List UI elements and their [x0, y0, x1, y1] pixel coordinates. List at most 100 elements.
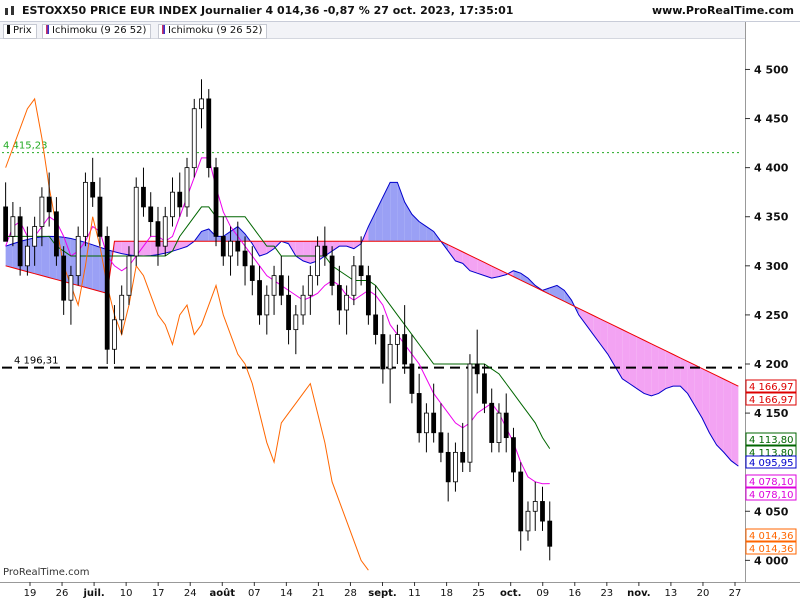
candle-body	[322, 245, 328, 257]
candle-body	[474, 363, 480, 375]
candle-body	[199, 98, 204, 110]
candle-body	[162, 216, 168, 247]
candle-body	[503, 412, 509, 439]
candle-body	[387, 343, 393, 370]
candle-body	[540, 501, 545, 522]
cloud-segment	[121, 241, 129, 255]
candle-body	[17, 216, 23, 267]
candle-body	[257, 280, 262, 316]
candle-body	[445, 451, 451, 483]
legend-swatch-icon	[7, 25, 10, 34]
candle-body	[402, 334, 408, 365]
candle-body	[315, 245, 320, 277]
cloud-segment	[5, 243, 13, 268]
cloud-segment	[731, 382, 739, 467]
candle-body	[54, 211, 59, 257]
candle-body	[482, 373, 487, 404]
candle-body	[10, 216, 16, 237]
candle-body	[39, 196, 45, 227]
candle-body	[532, 501, 538, 512]
cloud-segment	[303, 241, 311, 264]
candle-body	[68, 275, 74, 301]
cloud-segment	[636, 336, 645, 394]
candle-body	[416, 393, 422, 434]
candle-body	[191, 108, 197, 169]
candle-body	[525, 510, 531, 532]
candle-body	[496, 412, 502, 443]
legend-label: Ichimoku (9 26 52)	[52, 25, 147, 36]
candle-body	[3, 206, 9, 242]
cloud-segment	[622, 329, 630, 384]
candle-body	[97, 196, 103, 237]
cloud-segment	[716, 375, 724, 453]
candle-body	[249, 265, 255, 281]
chart-title: ESTOXX50 PRICE EUR INDEX Journalier 4 01…	[22, 4, 514, 17]
candle-body	[373, 314, 379, 335]
candle-body	[438, 432, 444, 453]
candle-body	[24, 245, 30, 267]
candle-body	[329, 255, 335, 286]
price-axis[interactable]	[745, 22, 800, 582]
candle-body	[75, 235, 81, 277]
time-axis[interactable]	[0, 582, 800, 600]
candle-body	[126, 255, 132, 296]
candle-body	[547, 520, 553, 547]
candle-body	[518, 471, 524, 532]
chart-header: ESTOXX50 PRICE EUR INDEX Journalier 4 01…	[0, 0, 800, 22]
candle-body	[83, 181, 88, 237]
price-chart: 4 415,23 4 196,31	[0, 22, 745, 582]
footer-brand: ProRealTime.com	[3, 567, 90, 578]
candle-body	[46, 196, 52, 213]
cloud-segment	[651, 343, 659, 396]
candle-body	[380, 334, 386, 370]
legend-prix[interactable]: Prix	[3, 24, 37, 39]
candle-body	[271, 275, 277, 296]
candle-body	[206, 98, 212, 169]
candle-body	[119, 294, 125, 321]
candle-body	[213, 167, 219, 237]
candle-body	[235, 240, 241, 252]
candle-body	[307, 275, 313, 296]
candle-body	[148, 206, 154, 223]
candle-body	[90, 181, 96, 198]
candle-body	[489, 402, 495, 443]
brand-link[interactable]: www.ProRealTime.com	[652, 4, 794, 17]
horizontal-level-label: 4 415,23	[3, 141, 48, 152]
cloud-segment	[665, 350, 674, 389]
candle-body	[293, 314, 299, 331]
cloud-segment	[92, 244, 100, 292]
candle-body	[336, 285, 342, 311]
candle-body	[424, 412, 429, 434]
legend-ichimoku-2[interactable]: Ichimoku (9 26 52)	[158, 24, 268, 39]
legend-ichimoku-1[interactable]: Ichimoku (9 26 52)	[42, 24, 152, 39]
candle-body	[431, 412, 437, 434]
candle-body	[300, 294, 306, 316]
candle-body	[351, 265, 357, 296]
candle-body	[467, 363, 473, 463]
cloud-segment	[85, 242, 93, 290]
cloud-segment	[673, 354, 681, 387]
cloud-segment	[41, 236, 50, 278]
candle-body	[344, 294, 350, 311]
candle-body	[278, 275, 284, 296]
candle-body	[264, 294, 270, 316]
cloud-segment	[390, 182, 398, 242]
candle-body	[220, 235, 226, 257]
legend-label: Prix	[13, 25, 32, 36]
legend-swatch-icon	[46, 25, 49, 34]
candle-body	[61, 255, 67, 301]
horizontal-level-label: 4 196,31	[14, 356, 59, 367]
candle-body	[358, 265, 364, 277]
candle-body	[104, 235, 110, 350]
chart-type-icon[interactable]	[4, 5, 16, 17]
legend-swatch-icon	[162, 25, 165, 34]
candle-body	[184, 167, 190, 208]
candle-body	[112, 319, 117, 350]
cloud-segment	[723, 379, 732, 461]
candle-body	[460, 451, 466, 463]
legend-label: Ichimoku (9 26 52)	[168, 25, 263, 36]
candle-body	[511, 437, 516, 473]
candle-body	[365, 275, 371, 316]
cloud-segment	[339, 241, 347, 247]
candle-body	[177, 191, 183, 208]
